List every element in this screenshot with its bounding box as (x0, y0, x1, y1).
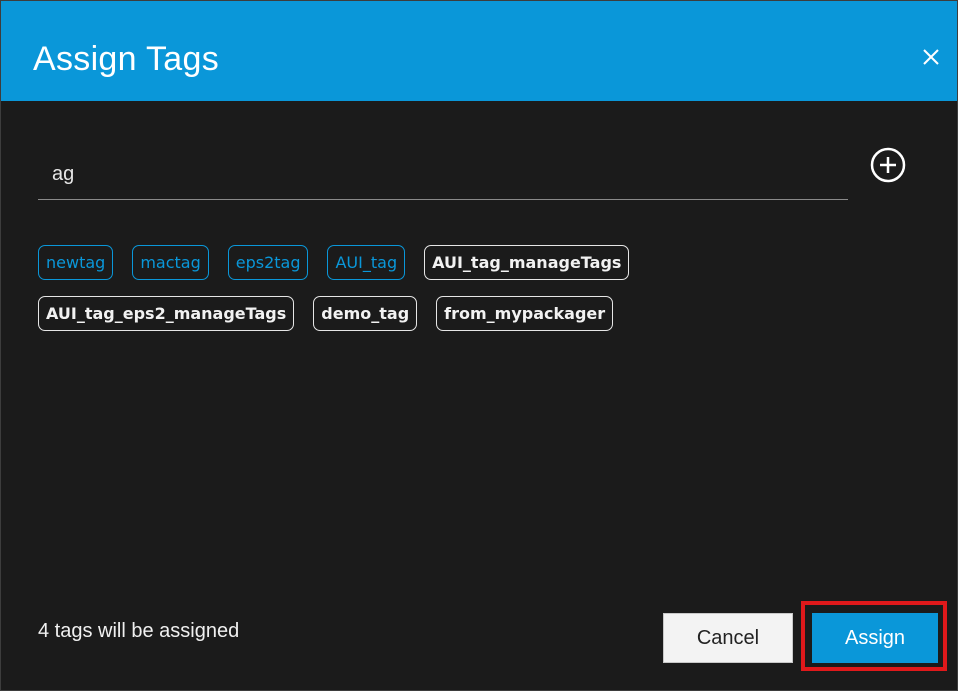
tag-search-field (38, 151, 848, 200)
assign-button[interactable]: Assign (812, 613, 938, 663)
tag-eps2tag[interactable]: eps2tag (227, 245, 309, 280)
tag-from-mypackager[interactable]: from_mypackager (436, 296, 614, 331)
tag-aui-tag[interactable]: AUI_tag (327, 245, 406, 280)
tag-newtag[interactable]: newtag (38, 245, 114, 280)
tag-list: newtag mactag eps2tag AUI_tag AUI_tag_ma… (38, 245, 798, 347)
close-icon[interactable] (919, 45, 943, 69)
tag-search-input[interactable] (50, 155, 834, 193)
dialog-header: Assign Tags (1, 1, 957, 101)
tag-row: newtag mactag eps2tag AUI_tag AUI_tag_ma… (38, 245, 798, 280)
tag-demo-tag[interactable]: demo_tag (313, 296, 418, 331)
cancel-button[interactable]: Cancel (663, 613, 793, 663)
tag-mactag[interactable]: mactag (132, 245, 209, 280)
assign-status-text: 4 tags will be assigned (38, 620, 240, 642)
assign-tags-dialog: Assign Tags newtag mactag eps2tag AUI_ta… (0, 0, 958, 691)
dialog-title: Assign Tags (33, 40, 220, 78)
tag-aui-tag-managetags[interactable]: AUI_tag_manageTags (424, 245, 630, 280)
tag-aui-tag-eps2-managetags[interactable]: AUI_tag_eps2_manageTags (38, 296, 295, 331)
plus-circle-icon[interactable] (865, 142, 911, 188)
tag-row: AUI_tag_eps2_manageTags demo_tag from_my… (38, 296, 798, 331)
